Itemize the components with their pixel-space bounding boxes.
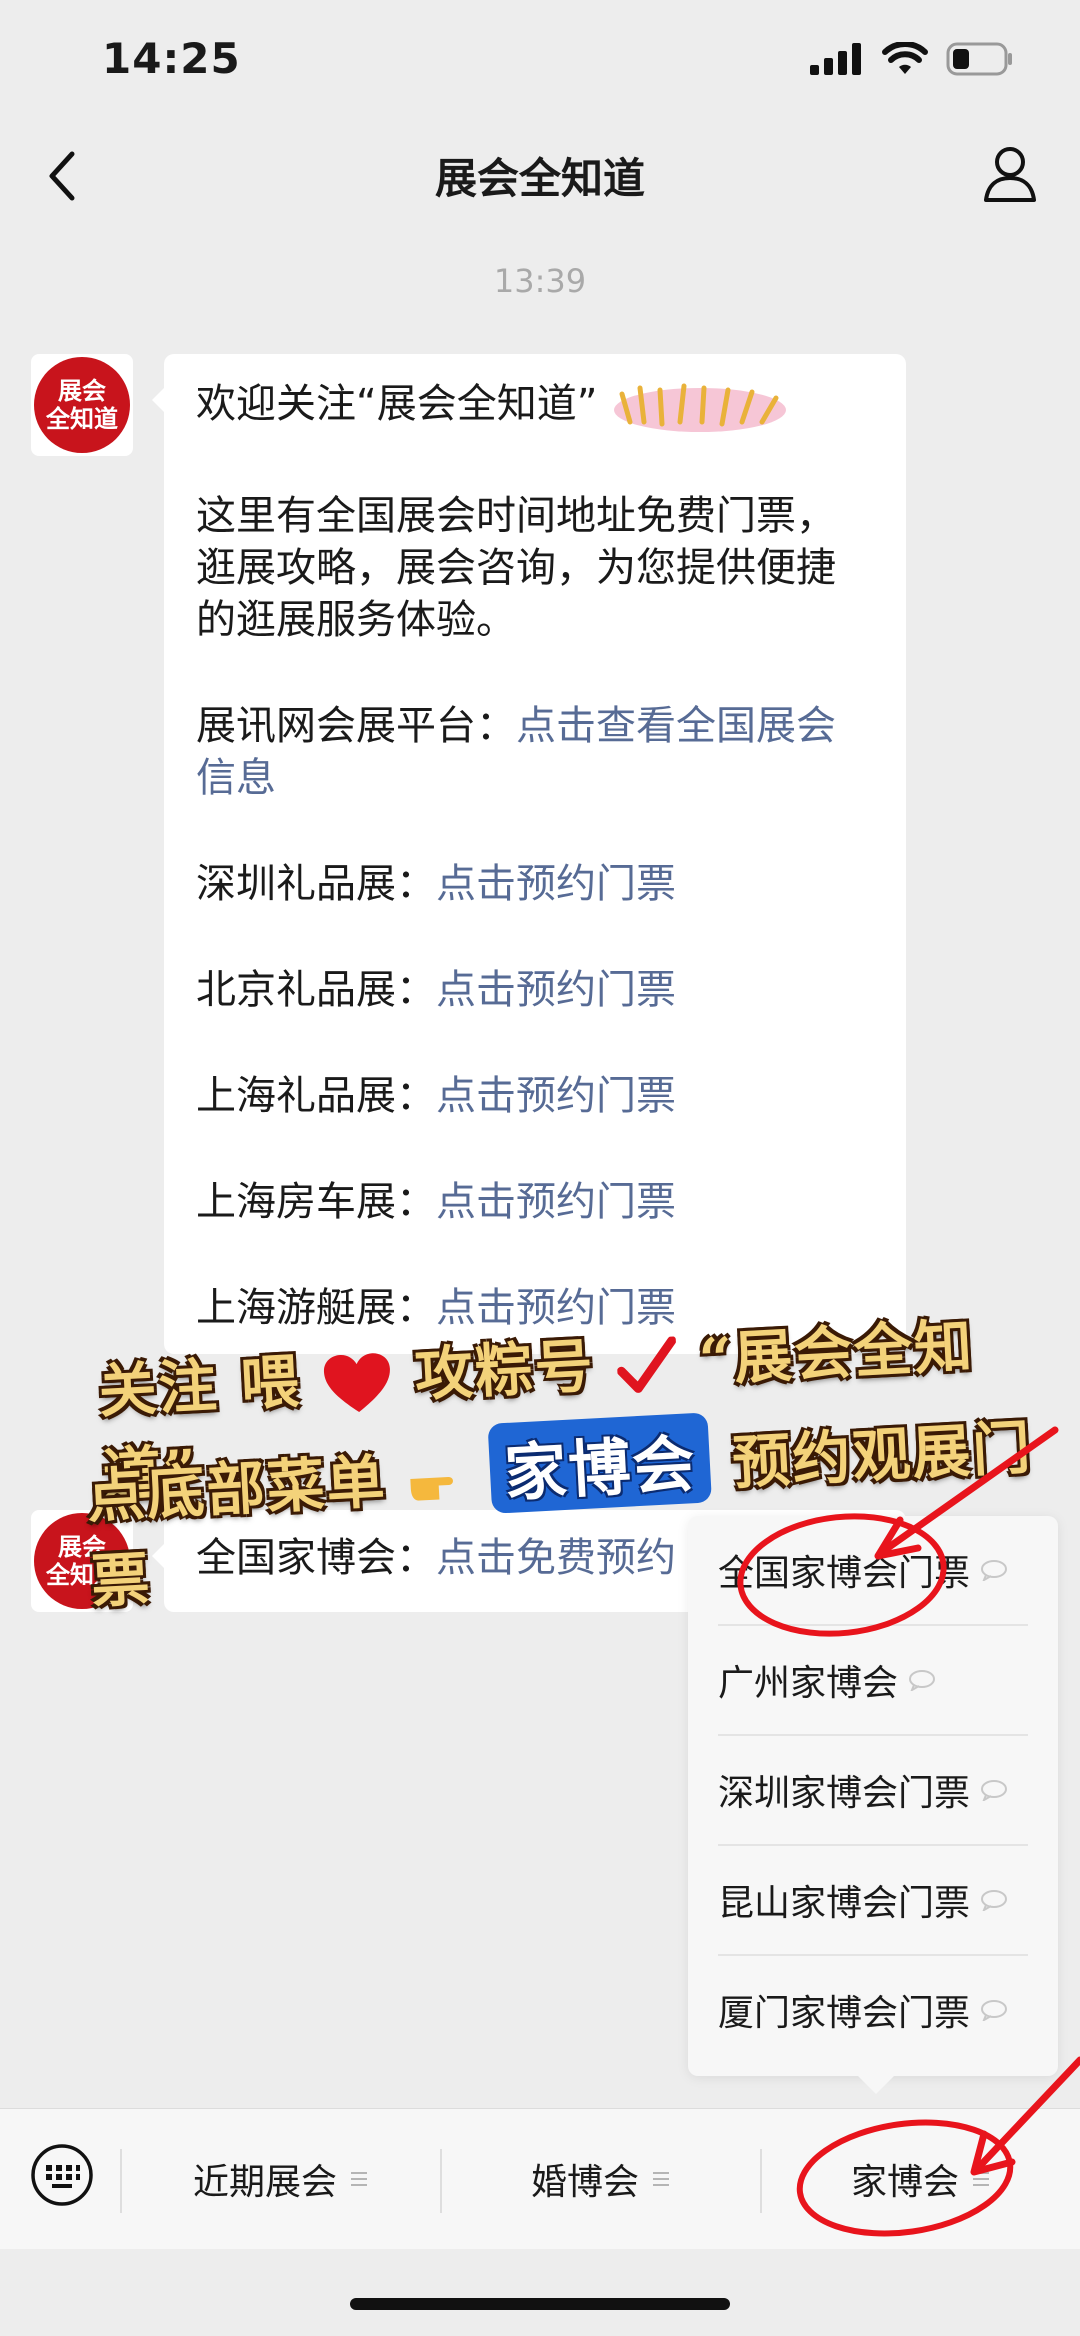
- intro-text: 这里有全国展会时间地址免费门票，逛展攻略，展会咨询，为您提供便捷的逛展服务体验。: [196, 493, 836, 643]
- avatar-text-1: 展会: [58, 377, 106, 405]
- user-profile-icon[interactable]: [980, 142, 1040, 206]
- menu-item[interactable]: 广州家博会: [718, 1626, 1028, 1736]
- wifi-icon: [882, 42, 928, 74]
- chat-bubble-icon: [981, 2000, 1008, 2021]
- row-label: 上海房车展：: [196, 1179, 436, 1225]
- avatar-logo: 展会 全知道: [34, 357, 130, 453]
- bottom-menu-bar: 近期展会 婚博会 家博会: [0, 2108, 1080, 2249]
- banner-pill: 家博会: [487, 1412, 713, 1514]
- avatar[interactable]: 展会 全知道: [31, 354, 133, 456]
- welcome-text: 欢迎关注“展会全知道”: [196, 381, 598, 427]
- menu-item-label: 全国家博会门票: [718, 1553, 971, 1594]
- list-item: 展讯网会展平台：点击查看全国展会信息: [196, 700, 874, 804]
- promo-banner: 关注 喂 攻粽号 “展会全知道” 点底部菜单 家博会 预约观展门票: [80, 1300, 1040, 1616]
- banner-text: 关注: [96, 1351, 221, 1426]
- menu-item[interactable]: 厦门家博会门票: [718, 1956, 1028, 2064]
- submenu-popup: 全国家博会门票 广州家博会 深圳家博会门票 昆山家博会门票 厦门家博会门票: [688, 1516, 1058, 2094]
- battery-icon: [946, 42, 1012, 76]
- chat-bubble-icon: [981, 1560, 1008, 1581]
- heart-icon: [324, 1353, 391, 1413]
- signal-icon: [810, 43, 861, 75]
- nav-bar: 展会全知道: [0, 120, 1080, 230]
- menu-item-label: 昆山家博会门票: [718, 1883, 971, 1924]
- row-link[interactable]: 点击预约门票: [436, 1179, 676, 1225]
- menu-item-label: 广州家博会: [718, 1663, 899, 1704]
- list-item: 深圳礼品展：点击预约门票: [196, 858, 874, 910]
- menu-tab-home-expo[interactable]: 家博会: [762, 2109, 1080, 2249]
- banner-text: 喂: [238, 1347, 303, 1419]
- tab-label: 近期展会: [192, 2162, 337, 2203]
- list-item: 上海房车展：点击预约门票: [196, 1176, 874, 1228]
- chat-bubble-icon: [981, 1780, 1008, 1801]
- menu-item-label: 厦门家博会门票: [718, 1993, 971, 2034]
- menu-item[interactable]: 昆山家博会门票: [718, 1846, 1028, 1956]
- page-title: 展会全知道: [434, 154, 645, 203]
- keyboard-icon[interactable]: [30, 2143, 94, 2207]
- tab-label: 家博会: [850, 2162, 959, 2203]
- avatar-text-2: 全知道: [46, 405, 118, 433]
- menu-lines-icon: [973, 2172, 989, 2186]
- chat-bubble-icon: [981, 1890, 1008, 1911]
- status-icons: [810, 42, 1014, 76]
- banner-text: 点底部菜单: [85, 1447, 389, 1531]
- menu-item[interactable]: 深圳家博会门票: [718, 1736, 1028, 1846]
- applause-sticker-icon: [614, 383, 787, 432]
- list-item: 上海礼品展：点击预约门票: [196, 1070, 874, 1122]
- welcome-line: 欢迎关注“展会全知道”: [196, 376, 874, 436]
- menu-item[interactable]: 全国家博会门票: [718, 1516, 1028, 1626]
- check-icon: [616, 1336, 677, 1393]
- status-bar: 14:25: [0, 0, 1080, 120]
- chat-bubble-icon: [909, 1670, 936, 1691]
- menu-tab-wedding-expo[interactable]: 婚博会: [442, 2109, 760, 2249]
- menu-lines-icon: [351, 2172, 367, 2186]
- tab-label: 婚博会: [530, 2162, 639, 2203]
- chat-timestamp: 13:39: [493, 262, 587, 300]
- message-bubble: 欢迎关注“展会全知道” 这里有全国展会时间地址免费门票，逛展攻略，展会咨询，为您…: [152, 354, 906, 1354]
- pointing-hand-icon: [410, 1477, 454, 1501]
- menu-tab-recent-exhibitions[interactable]: 近期展会: [122, 2109, 440, 2249]
- row-label: 上海礼品展：: [196, 1073, 436, 1119]
- row-link[interactable]: 点击预约门票: [436, 967, 676, 1013]
- row-label: 深圳礼品展：: [196, 861, 436, 907]
- menu-item-label: 深圳家博会门票: [718, 1773, 971, 1814]
- row-label: 展讯网会展平台：: [196, 703, 516, 749]
- row-link[interactable]: 点击预约门票: [436, 1073, 676, 1119]
- row-link[interactable]: 点击预约门票: [436, 861, 676, 907]
- home-indicator[interactable]: [350, 2298, 730, 2310]
- menu-lines-icon: [653, 2172, 669, 2186]
- row-label: 北京礼品展：: [196, 967, 436, 1013]
- status-time: 14:25: [102, 34, 241, 83]
- banner-text: 攻粽号: [413, 1331, 597, 1410]
- list-item: 北京礼品展：点击预约门票: [196, 964, 874, 1016]
